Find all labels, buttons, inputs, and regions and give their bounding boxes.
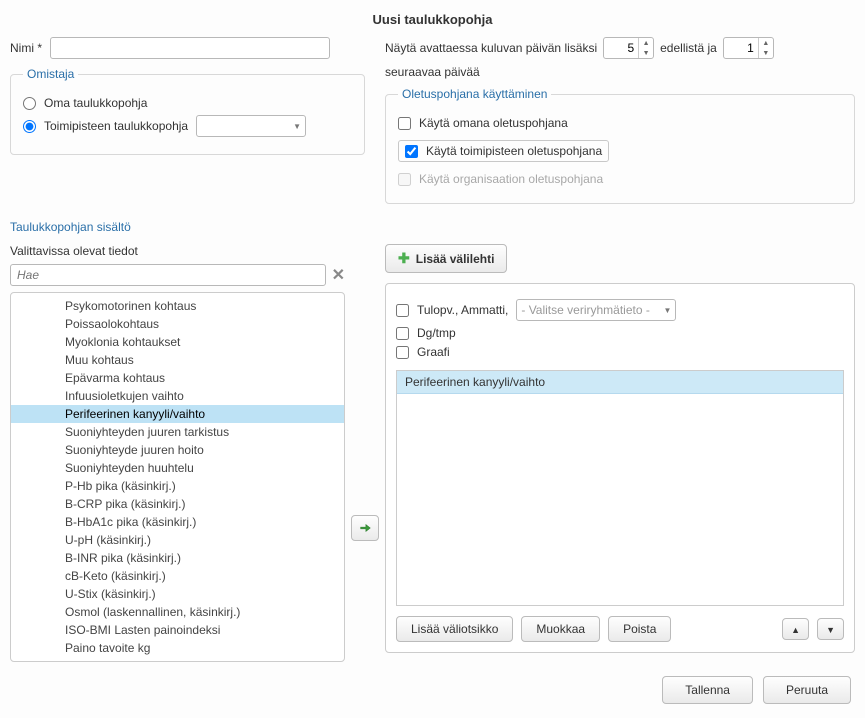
chevron-up-icon: ▲ — [791, 625, 800, 635]
tree-item[interactable]: P-Hb pika (käsinkirj.) — [11, 477, 344, 495]
tree-item[interactable]: B-INR pika (käsinkirj.) — [11, 549, 344, 567]
tree-item[interactable]: Suoniyhteyden juuren tarkistus — [11, 423, 344, 441]
tree-item[interactable]: B-CRP pika (käsinkirj.) — [11, 495, 344, 513]
defaults-legend: Oletuspohjana käyttäminen — [398, 87, 551, 101]
list-item[interactable]: Perifeerinen kanyyli/vaihto — [397, 371, 843, 394]
days-before-spinner[interactable]: ▲▼ — [603, 37, 654, 59]
tree-item[interactable]: Perifeerinen kanyyli/vaihto — [11, 405, 344, 423]
clear-search-icon[interactable]: ✕ — [332, 265, 345, 285]
open-middle: edellistä ja — [660, 41, 717, 55]
add-tab-label: Lisää välilehti — [416, 252, 495, 266]
own-default-label: Käytä omana oletuspohjana — [419, 116, 568, 130]
add-subheading-button[interactable]: Lisää väliotsikko — [396, 616, 513, 642]
tree-item[interactable]: Poissaolokohtaus — [11, 315, 344, 333]
tree-item[interactable]: Infuusioletkujen vaihto — [11, 387, 344, 405]
selected-list[interactable]: Perifeerinen kanyyli/vaihto — [396, 370, 844, 606]
org-default-checkbox — [398, 173, 411, 186]
tree-item[interactable]: Psykomotorinen kohtaus — [11, 297, 344, 315]
dgtmp-checkbox[interactable] — [396, 327, 409, 340]
tree-item[interactable]: Muu kohtaus — [11, 351, 344, 369]
down-icon[interactable]: ▼ — [639, 48, 653, 58]
defaults-fieldset: Oletuspohjana käyttäminen Käytä omana ol… — [385, 87, 855, 204]
edit-button[interactable]: Muokkaa — [521, 616, 600, 642]
dialog-title: Uusi taulukkopohja — [10, 6, 855, 37]
owner-unit-combo[interactable]: ▼ — [196, 115, 306, 137]
up-icon[interactable]: ▲ — [639, 38, 653, 48]
move-up-button[interactable]: ▲ — [782, 618, 809, 640]
name-input[interactable] — [50, 37, 330, 59]
tulopv-checkbox[interactable] — [396, 304, 409, 317]
cancel-button[interactable]: Peruuta — [763, 676, 851, 704]
owner-own-label: Oma taulukkopohja — [44, 96, 147, 110]
dgtmp-label: Dg/tmp — [417, 326, 456, 340]
plus-icon: ✚ — [398, 250, 410, 267]
available-tree[interactable]: Psykomotorinen kohtausPoissaolokohtausMy… — [10, 292, 345, 662]
down-icon[interactable]: ▼ — [759, 48, 773, 58]
days-before-input[interactable] — [604, 38, 638, 58]
name-label: Nimi — [10, 41, 42, 55]
tree-item[interactable]: Suoniyhteyde juuren hoito — [11, 441, 344, 459]
tree-item[interactable]: Myoklonia kohtaukset — [11, 333, 344, 351]
owner-fieldset: Omistaja Oma taulukkopohja Toimipisteen … — [10, 67, 365, 155]
graafi-checkbox[interactable] — [396, 346, 409, 359]
tree-item[interactable]: Hammaslääkäri käynti pvm — [11, 657, 344, 661]
tree-item[interactable]: Epävarma kohtaus — [11, 369, 344, 387]
selected-panel: Tulopv., Ammatti, - Valitse veriryhmätie… — [385, 283, 855, 653]
bloodgroup-combo[interactable]: - Valitse veriryhmätieto -▼ — [516, 299, 676, 321]
unit-default-label: Käytä toimipisteen oletuspohjana — [426, 144, 602, 158]
search-input[interactable] — [10, 264, 326, 286]
tree-item[interactable]: cB-Keto (käsinkirj.) — [11, 567, 344, 585]
tree-item[interactable]: Osmol (laskennallinen, käsinkirj.) — [11, 603, 344, 621]
delete-button[interactable]: Poista — [608, 616, 671, 642]
add-tab-button[interactable]: ✚ Lisää välilehti — [385, 244, 507, 273]
days-after-input[interactable] — [724, 38, 758, 58]
owner-legend: Omistaja — [23, 67, 78, 81]
move-right-button[interactable] — [351, 515, 379, 541]
save-button[interactable]: Tallenna — [662, 676, 753, 704]
up-icon[interactable]: ▲ — [759, 38, 773, 48]
chevron-down-icon: ▼ — [826, 625, 835, 635]
own-default-checkbox[interactable] — [398, 117, 411, 130]
move-down-button[interactable]: ▼ — [817, 618, 844, 640]
tree-item[interactable]: U-Stix (käsinkirj.) — [11, 585, 344, 603]
tree-item[interactable]: Paino tavoite kg — [11, 639, 344, 657]
open-suffix: seuraavaa päivää — [385, 65, 480, 79]
unit-default-checkbox[interactable] — [405, 145, 418, 158]
graafi-label: Graafi — [417, 345, 450, 359]
content-section-label: Taulukkopohjan sisältö — [10, 220, 855, 234]
available-label: Valittavissa olevat tiedot — [10, 244, 345, 258]
tree-item[interactable]: ISO-BMI Lasten painoindeksi — [11, 621, 344, 639]
org-default-label: Käytä organisaation oletuspohjana — [419, 172, 603, 186]
open-prefix: Näytä avattaessa kuluvan päivän lisäksi — [385, 41, 597, 55]
owner-unit-radio[interactable] — [23, 120, 36, 133]
tree-item[interactable]: B-HbA1c pika (käsinkirj.) — [11, 513, 344, 531]
tree-item[interactable]: Suoniyhteyden huuhtelu — [11, 459, 344, 477]
tulopv-label: Tulopv., Ammatti, — [417, 303, 508, 317]
owner-own-radio[interactable] — [23, 97, 36, 110]
owner-unit-label: Toimipisteen taulukkopohja — [44, 119, 188, 133]
days-after-spinner[interactable]: ▲▼ — [723, 37, 774, 59]
arrow-right-icon — [358, 521, 372, 535]
tree-item[interactable]: U-pH (käsinkirj.) — [11, 531, 344, 549]
